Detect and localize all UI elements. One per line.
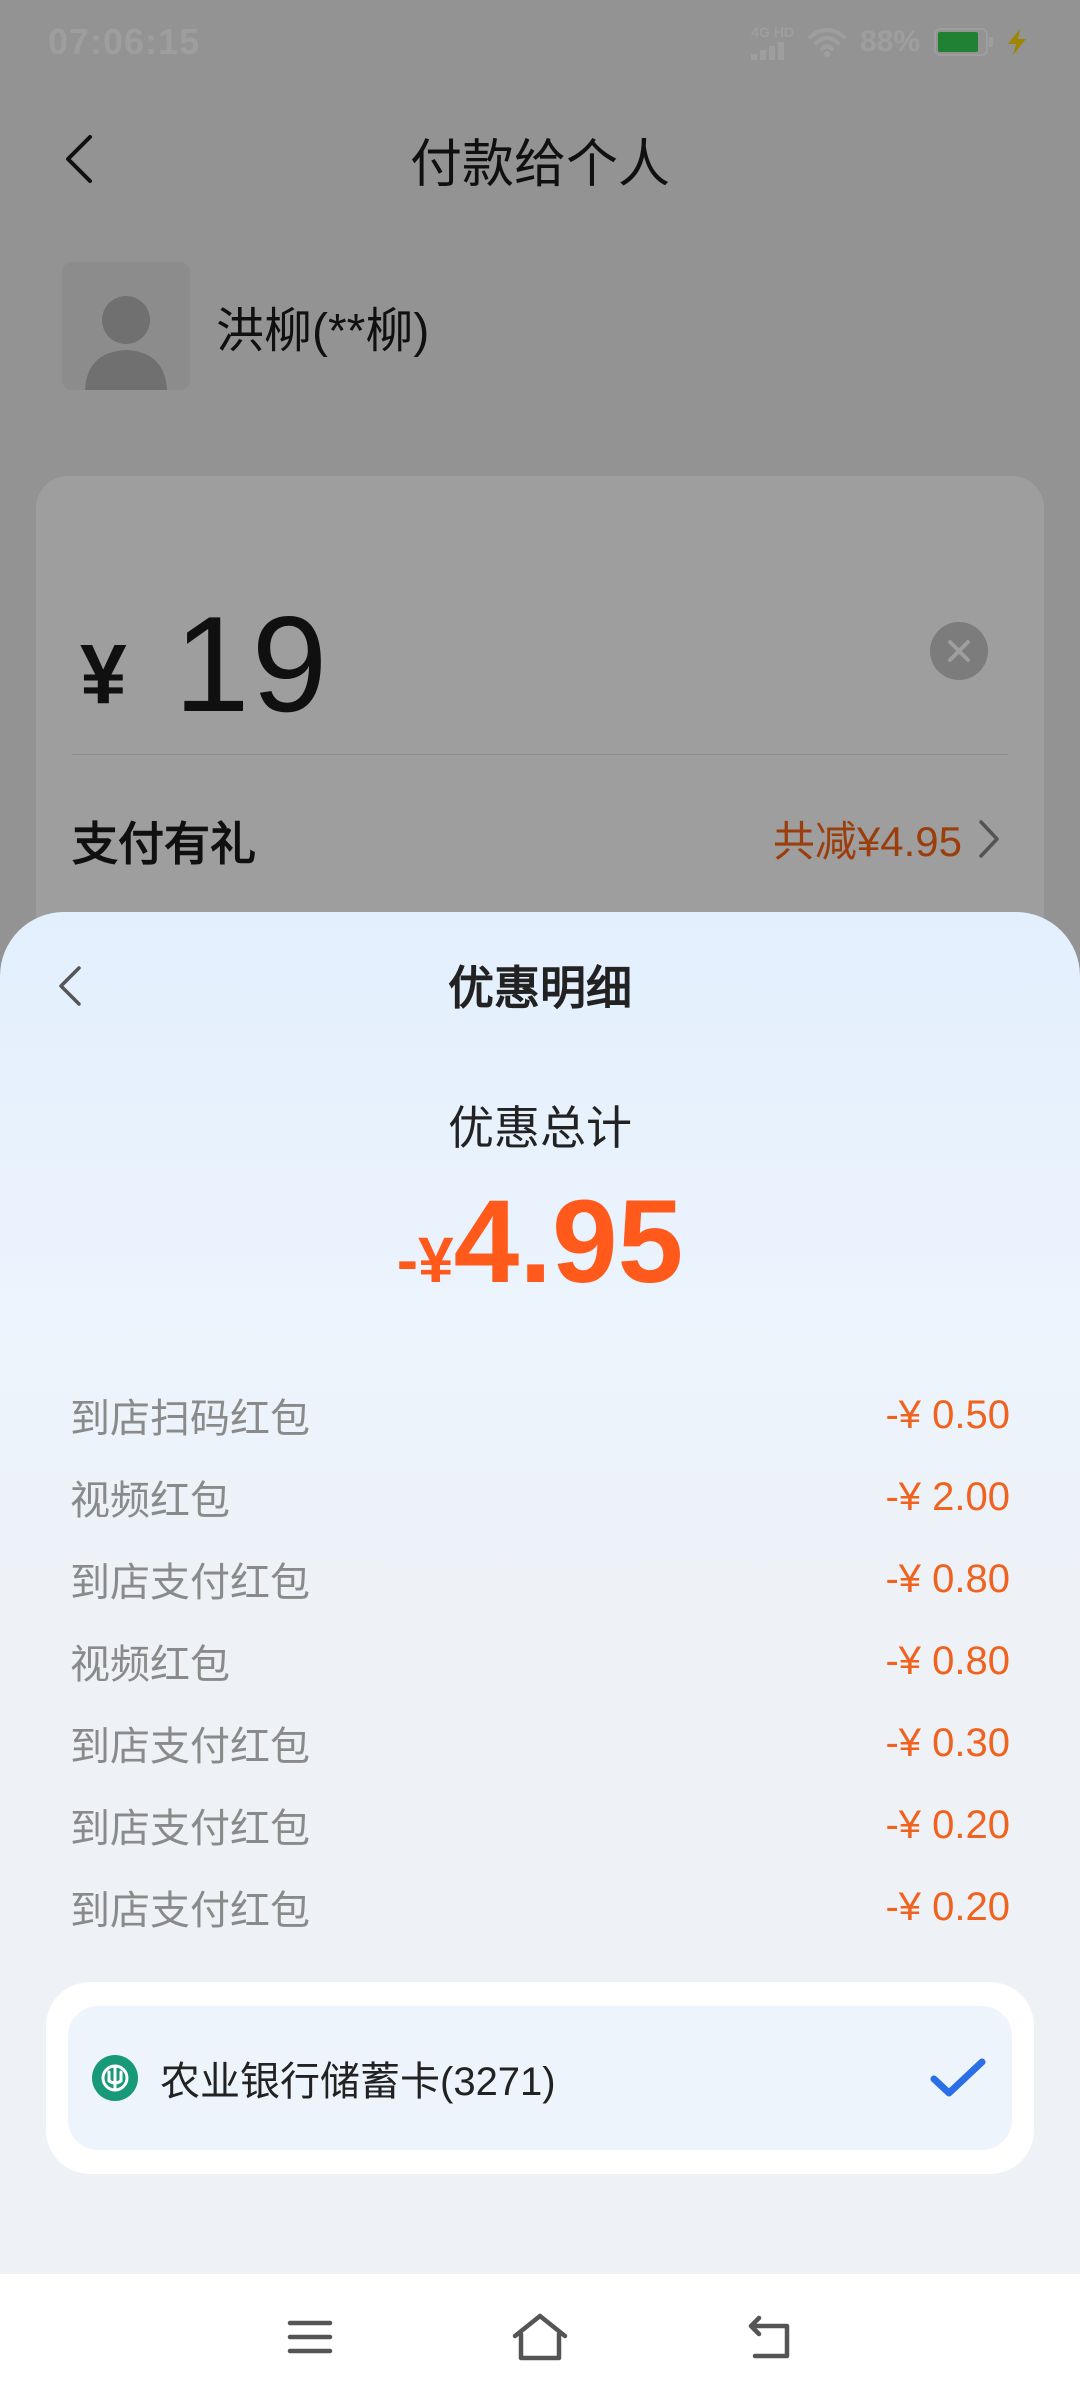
discount-total-label: 优惠总计 — [448, 1102, 632, 1154]
checkmark-icon — [928, 2056, 988, 2100]
list-item: 到店支付红包 -¥ 0.30 — [70, 1702, 1010, 1784]
discount-total-value: -¥4.95 — [0, 1174, 1080, 1310]
discount-name: 到店支付红包 — [70, 1561, 310, 1605]
discount-name: 到店支付红包 — [70, 1725, 310, 1769]
discount-amount: -¥ 0.20 — [885, 1802, 1010, 1847]
discount-amount: -¥ 2.00 — [885, 1474, 1010, 1519]
discount-amount: -¥ 0.80 — [885, 1556, 1010, 1601]
back-nav-button[interactable] — [740, 2307, 800, 2367]
payment-method-option[interactable]: 农业银行储蓄卡(3271) — [68, 2006, 1012, 2150]
list-item: 到店支付红包 -¥ 0.20 — [70, 1866, 1010, 1948]
list-item: 到店扫码红包 -¥ 0.50 — [70, 1374, 1010, 1456]
discount-name: 到店扫码红包 — [70, 1397, 310, 1441]
total-number: 4.95 — [453, 1176, 684, 1308]
total-prefix: -¥ — [396, 1224, 454, 1296]
home-button[interactable] — [510, 2307, 570, 2367]
sheet-title: 优惠明细 — [448, 962, 632, 1014]
payment-method-label: 农业银行储蓄卡(3271) — [160, 2060, 556, 2104]
system-nav-bar — [0, 2274, 1080, 2400]
discount-name: 到店支付红包 — [70, 1889, 310, 1933]
home-icon — [512, 2313, 568, 2361]
discount-amount: -¥ 0.30 — [885, 1720, 1010, 1765]
list-item: 到店支付红包 -¥ 0.20 — [70, 1784, 1010, 1866]
list-item: 视频红包 -¥ 0.80 — [70, 1620, 1010, 1702]
list-item: 视频红包 -¥ 2.00 — [70, 1456, 1010, 1538]
back-arrow-icon — [748, 2315, 790, 2359]
discount-amount: -¥ 0.50 — [885, 1392, 1010, 1437]
menu-button[interactable] — [280, 2307, 340, 2367]
discount-amount: -¥ 0.80 — [885, 1638, 1010, 1683]
discount-amount: -¥ 0.20 — [885, 1884, 1010, 1929]
discount-list: 到店扫码红包 -¥ 0.50 视频红包 -¥ 2.00 到店支付红包 -¥ 0.… — [70, 1374, 1010, 1948]
discount-detail-sheet: 优惠明细 优惠总计 -¥4.95 到店扫码红包 -¥ 0.50 视频红包 -¥ … — [0, 912, 1080, 2274]
discount-name: 视频红包 — [70, 1479, 230, 1523]
payment-method-card: 农业银行储蓄卡(3271) — [46, 1982, 1034, 2174]
abc-bank-logo-icon — [92, 2055, 138, 2101]
menu-icon — [287, 2320, 333, 2354]
list-item: 到店支付红包 -¥ 0.80 — [70, 1538, 1010, 1620]
discount-name: 到店支付红包 — [70, 1807, 310, 1851]
discount-name: 视频红包 — [70, 1643, 230, 1687]
